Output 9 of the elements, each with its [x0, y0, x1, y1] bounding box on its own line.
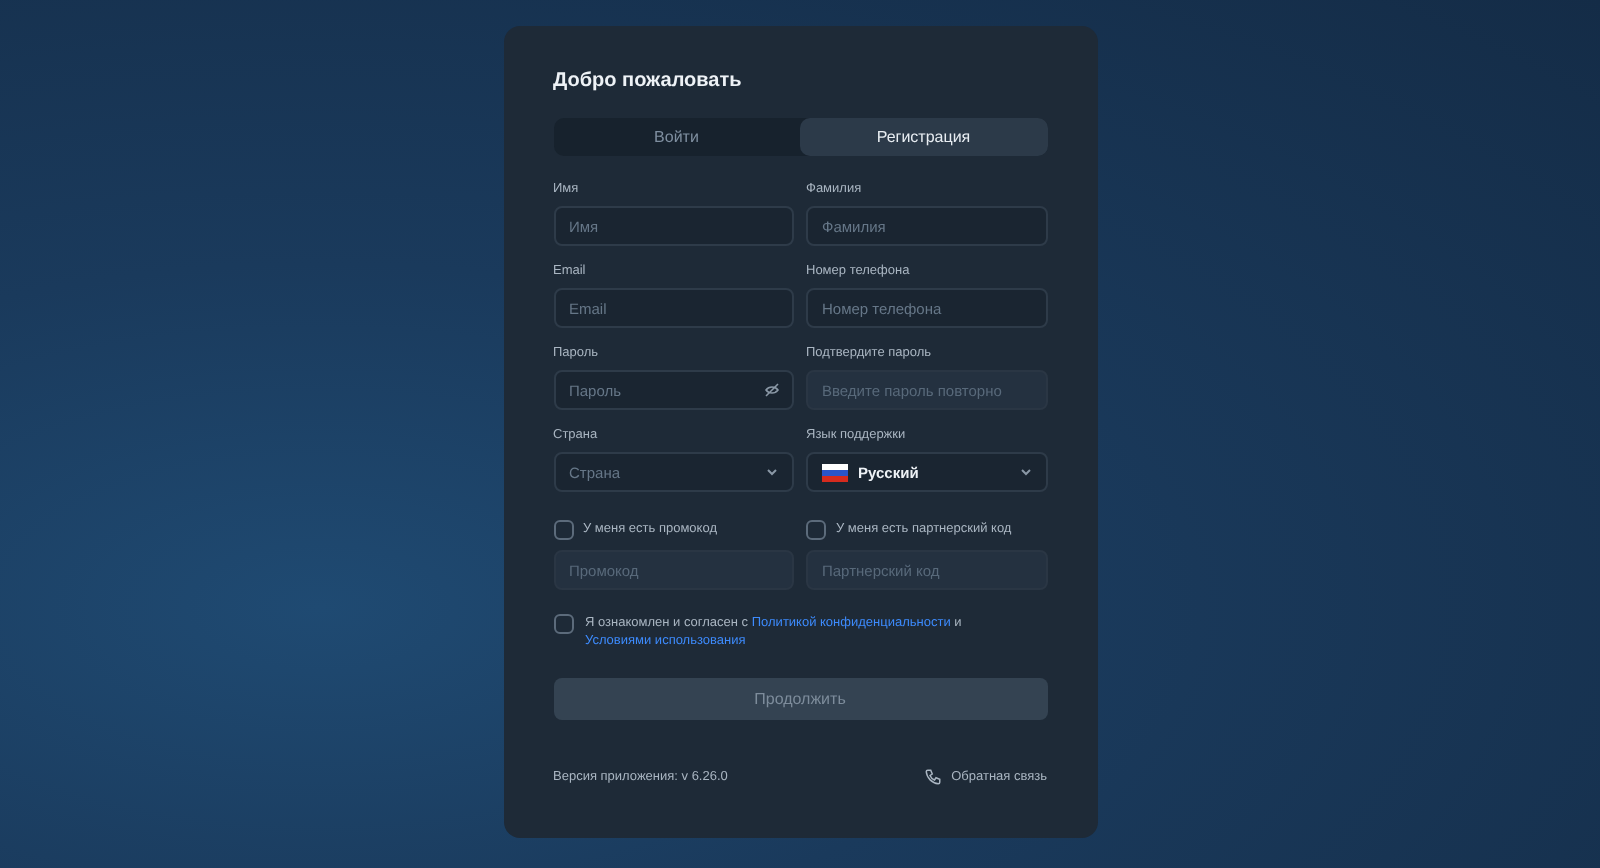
tab[interactable]: Регистрация — [800, 118, 1047, 156]
phone-icon — [923, 768, 942, 786]
card-title: Добро пожаловать — [553, 70, 744, 92]
checkbox[interactable] — [553, 614, 573, 634]
chevron-down-icon — [766, 468, 778, 476]
chevron-down-icon — [1019, 468, 1031, 476]
eye-off-icon[interactable] — [764, 382, 780, 398]
flag-icon — [822, 463, 848, 481]
tab[interactable]: Войти — [553, 118, 800, 156]
